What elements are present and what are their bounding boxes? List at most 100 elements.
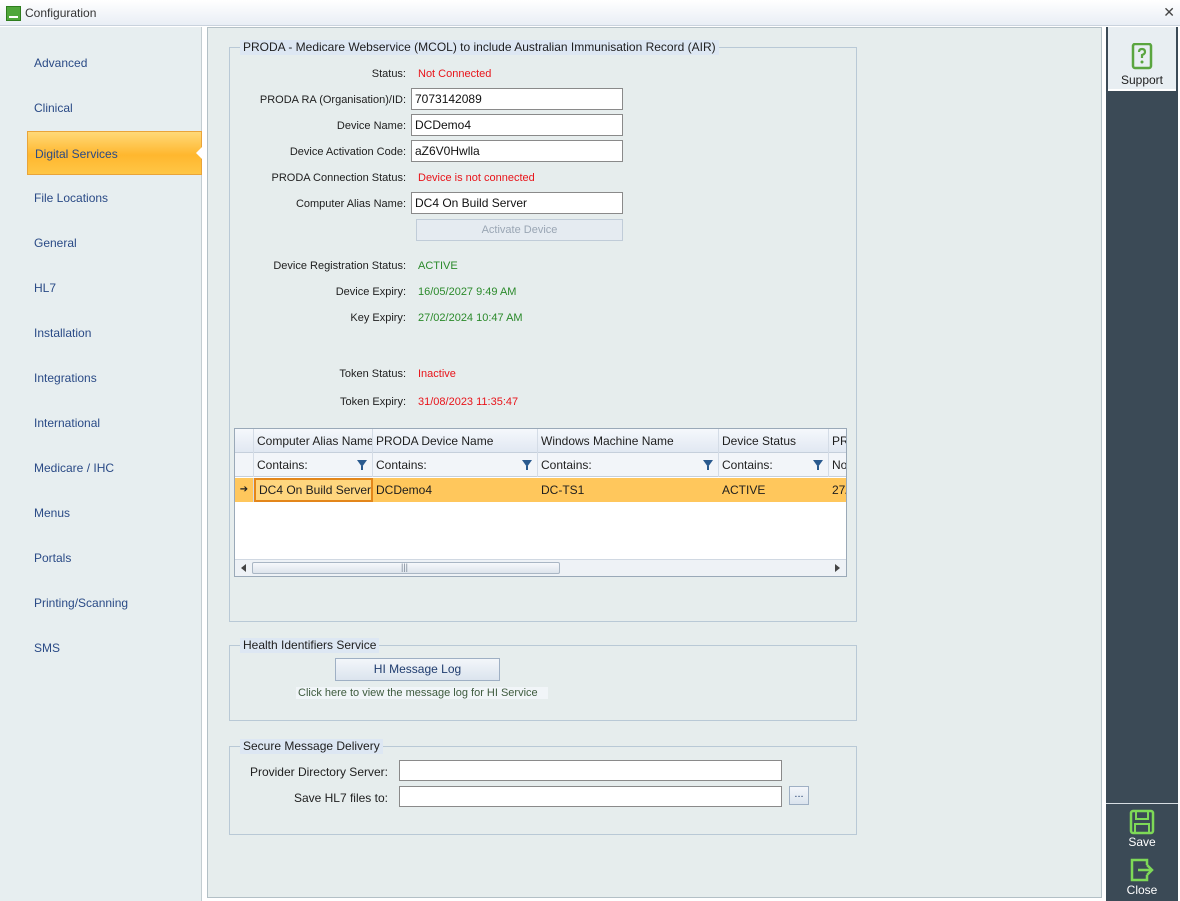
grid-filter-row: Contains: Contains: Contains: Contains: … bbox=[235, 453, 846, 477]
nav-item-integrations[interactable]: Integrations bbox=[27, 356, 202, 400]
smd-group-title: Secure Message Delivery bbox=[240, 739, 383, 754]
close-button[interactable]: Close bbox=[1108, 855, 1176, 901]
hi-message-log-hint: Click here to view the message log for H… bbox=[296, 687, 548, 699]
token-expiry-label: Token Expiry: bbox=[339, 396, 406, 408]
activation-code-field[interactable]: aZ6V0Hwlla bbox=[411, 140, 623, 162]
column-header-proda-device-name[interactable]: PRODA Device Name bbox=[373, 429, 538, 453]
device-name-field[interactable]: DCDemo4 bbox=[411, 114, 623, 136]
browse-button[interactable]: ... bbox=[789, 786, 809, 805]
table-row[interactable]: ➔ DC4 On Build Server DCDemo4 DC-TS1 ACT… bbox=[235, 478, 846, 502]
token-status-value: Inactive bbox=[418, 368, 456, 380]
connection-status-label: PRODA Connection Status: bbox=[271, 172, 406, 184]
activate-device-button[interactable]: Activate Device bbox=[416, 219, 623, 241]
cell-device-status[interactable]: ACTIVE bbox=[719, 478, 829, 502]
scroll-grip-icon: ||| bbox=[401, 562, 409, 572]
column-header-device-status[interactable]: Device Status bbox=[719, 429, 829, 453]
nav-item-advanced[interactable]: Advanced bbox=[27, 41, 202, 85]
save-button[interactable]: Save bbox=[1108, 807, 1176, 853]
device-expiry-label: Device Expiry: bbox=[335, 286, 406, 298]
key-expiry-value: 27/02/2024 10:47 AM bbox=[418, 312, 523, 324]
filter-funnel-icon[interactable] bbox=[522, 460, 532, 470]
activation-code-label: Device Activation Code: bbox=[289, 146, 406, 158]
app-icon bbox=[6, 6, 21, 21]
left-nav: Advanced Clinical Digital Services File … bbox=[0, 27, 202, 901]
scroll-right-icon[interactable] bbox=[835, 564, 840, 572]
column-header-computer-alias[interactable]: Computer Alias Name bbox=[254, 429, 373, 453]
connection-status-value: Device is not connected bbox=[418, 172, 535, 184]
save-hl7-label: Save HL7 files to: bbox=[293, 791, 388, 805]
exit-door-icon bbox=[1130, 858, 1154, 882]
token-expiry-value: 31/08/2023 11:35:47 bbox=[418, 396, 519, 408]
provider-directory-label: Provider Directory Server: bbox=[249, 765, 388, 779]
filter-funnel-icon[interactable] bbox=[813, 460, 823, 470]
filter-device-status[interactable]: Contains: bbox=[719, 453, 829, 477]
cell-computer-alias[interactable]: DC4 On Build Server bbox=[254, 478, 373, 502]
grid-filter-corner bbox=[235, 453, 254, 477]
support-label: Support bbox=[1120, 73, 1164, 87]
key-expiry-label: Key Expiry: bbox=[350, 312, 406, 324]
filter-proda-device-name[interactable]: Contains: bbox=[373, 453, 538, 477]
nav-item-general[interactable]: General bbox=[27, 221, 202, 265]
grid-horizontal-scrollbar[interactable]: ||| bbox=[235, 559, 846, 576]
registration-status-label: Device Registration Status: bbox=[273, 260, 406, 272]
token-status-label: Token Status: bbox=[339, 368, 406, 380]
secure-message-delivery-group: Secure Message Delivery Provider Directo… bbox=[229, 739, 857, 835]
filter-computer-alias[interactable]: Contains: bbox=[254, 453, 373, 477]
filter-pr[interactable]: No bbox=[829, 453, 846, 477]
filter-operator-label: Contains: bbox=[376, 458, 427, 472]
hi-message-log-button[interactable]: HI Message Log bbox=[335, 658, 500, 681]
device-expiry-value: 16/05/2027 9:49 AM bbox=[418, 286, 517, 298]
filter-windows-machine-name[interactable]: Contains: bbox=[538, 453, 719, 477]
save-disk-icon bbox=[1129, 809, 1155, 835]
nav-item-clinical[interactable]: Clinical bbox=[27, 86, 202, 130]
title-bar: Configuration ✕ bbox=[0, 0, 1180, 26]
nav-item-portals[interactable]: Portals bbox=[27, 536, 202, 580]
devices-grid: Computer Alias Name PRODA Device Name Wi… bbox=[234, 428, 847, 577]
nav-item-medicare-ihc[interactable]: Medicare / IHC bbox=[27, 446, 202, 490]
scroll-left-icon[interactable] bbox=[241, 564, 246, 572]
filter-operator-label: Contains: bbox=[722, 458, 773, 472]
support-button[interactable]: Support bbox=[1108, 27, 1176, 91]
filter-operator-label: Contains: bbox=[541, 458, 592, 472]
main-panel: PRODA - Medicare Webservice (MCOL) to in… bbox=[207, 27, 1102, 898]
separator bbox=[1106, 803, 1178, 804]
device-name-label: Device Name: bbox=[336, 120, 406, 132]
save-hl7-path-field[interactable] bbox=[399, 786, 782, 807]
hi-group-title: Health Identifiers Service bbox=[240, 638, 380, 653]
window-title: Configuration bbox=[25, 6, 97, 20]
provider-directory-field[interactable] bbox=[399, 760, 782, 781]
computer-alias-label: Computer Alias Name: bbox=[295, 198, 406, 210]
nav-item-installation[interactable]: Installation bbox=[27, 311, 202, 355]
column-header-windows-machine-name[interactable]: Windows Machine Name bbox=[538, 429, 719, 453]
nav-item-sms[interactable]: SMS bbox=[27, 626, 202, 670]
filter-funnel-icon[interactable] bbox=[703, 460, 713, 470]
column-header-pr[interactable]: PR bbox=[829, 429, 846, 453]
cell-proda-device-name[interactable]: DCDemo4 bbox=[373, 478, 538, 502]
computer-alias-field[interactable]: DC4 On Build Server bbox=[411, 192, 623, 214]
scroll-thumb[interactable]: ||| bbox=[252, 562, 560, 574]
nav-item-printing-scanning[interactable]: Printing/Scanning bbox=[27, 581, 202, 625]
nav-item-international[interactable]: International bbox=[27, 401, 202, 445]
proda-ra-field[interactable]: 7073142089 bbox=[411, 88, 623, 110]
proda-ra-label: PRODA RA (Organisation)/ID: bbox=[259, 94, 406, 106]
nav-item-digital-services[interactable]: Digital Services bbox=[27, 131, 202, 175]
status-label: Status: bbox=[371, 68, 406, 80]
save-label: Save bbox=[1128, 835, 1156, 849]
grid-header-corner bbox=[235, 429, 254, 453]
proda-group-title: PRODA - Medicare Webservice (MCOL) to in… bbox=[240, 40, 719, 55]
status-value: Not Connected bbox=[418, 68, 492, 80]
nav-item-hl7[interactable]: HL7 bbox=[27, 266, 202, 310]
nav-item-menus[interactable]: Menus bbox=[27, 491, 202, 535]
registration-status-value: ACTIVE bbox=[418, 260, 458, 272]
close-label: Close bbox=[1126, 883, 1158, 897]
close-window-icon[interactable]: ✕ bbox=[1163, 4, 1175, 21]
nav-item-file-locations[interactable]: File Locations bbox=[27, 176, 202, 220]
right-action-panel: Support Save Close bbox=[1106, 27, 1178, 901]
help-book-icon bbox=[1131, 43, 1153, 70]
row-indicator-icon: ➔ bbox=[235, 478, 254, 502]
cell-windows-machine-name[interactable]: DC-TS1 bbox=[538, 478, 719, 502]
health-identifiers-group: Health Identifiers Service HI Message Lo… bbox=[229, 638, 857, 721]
cell-pr[interactable]: 27/ bbox=[829, 478, 846, 502]
grid-header-row: Computer Alias Name PRODA Device Name Wi… bbox=[235, 429, 846, 453]
filter-funnel-icon[interactable] bbox=[357, 460, 367, 470]
